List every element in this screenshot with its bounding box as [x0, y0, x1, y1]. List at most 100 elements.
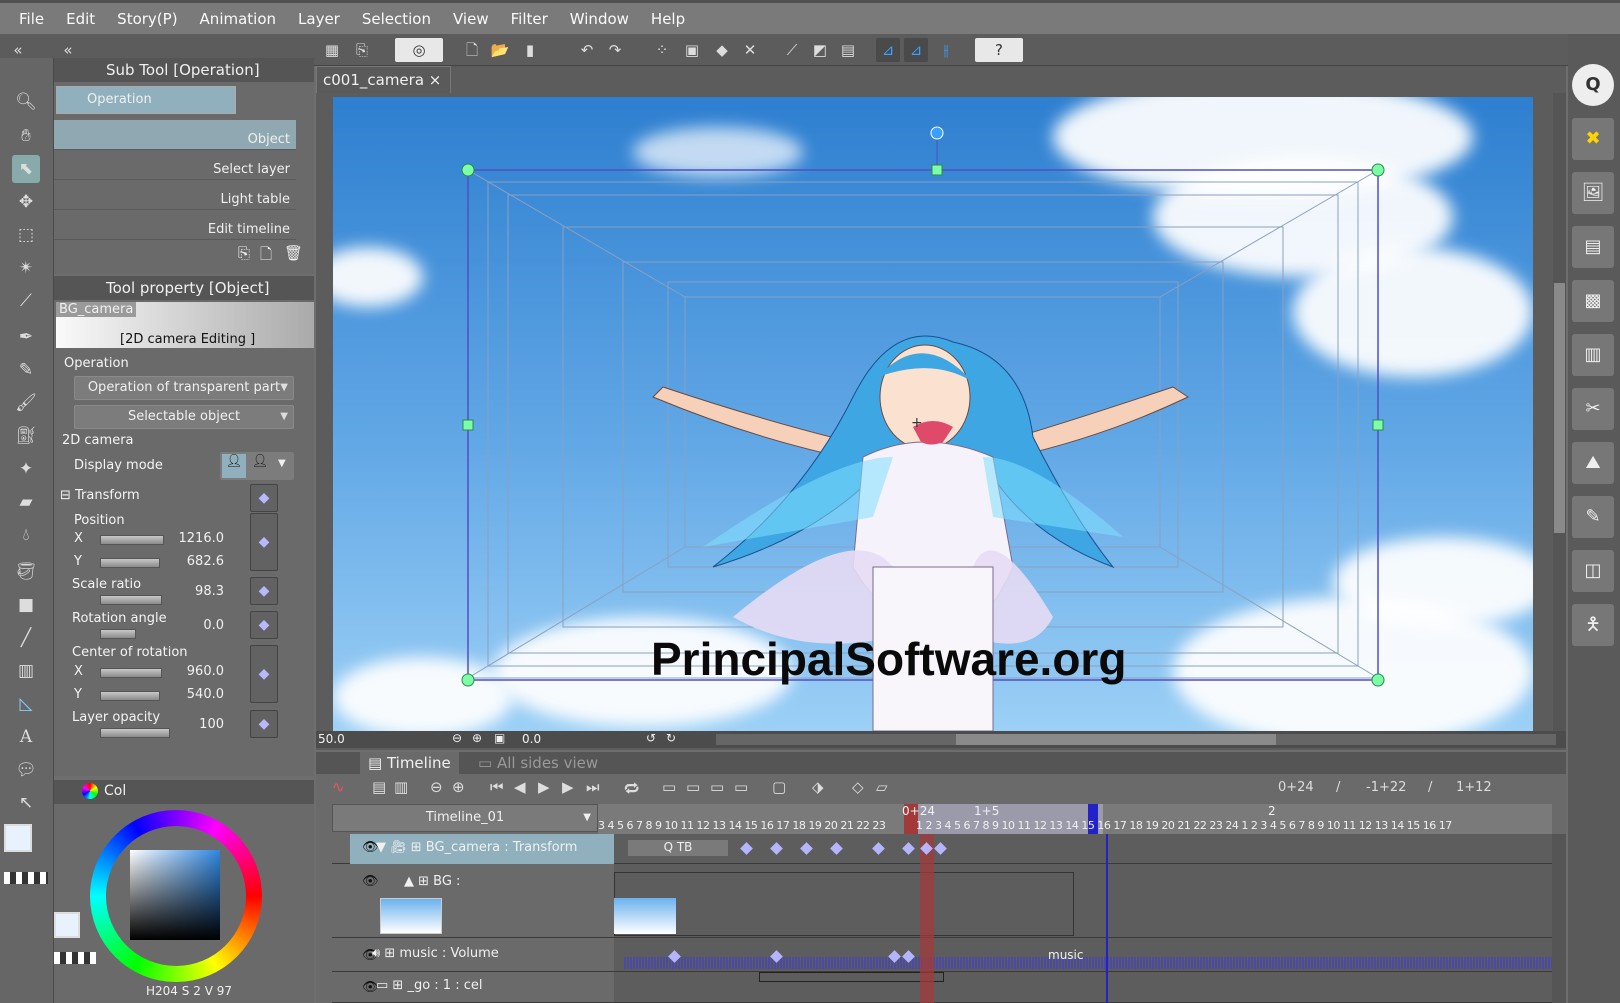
transparent-part-dropdown[interactable]: Operation of transparent part	[74, 376, 294, 400]
save-icon[interactable]: ▮	[518, 38, 542, 62]
clear-icon[interactable]: ✕	[738, 38, 762, 62]
main-color-swatch[interactable]	[4, 824, 32, 852]
material-icon[interactable]: ⎘	[350, 38, 374, 62]
position-keyframe-button[interactable]: ◆	[250, 513, 278, 571]
open-file-icon[interactable]: 📂	[488, 38, 512, 62]
sub-tool-group-operation[interactable]: Operation	[56, 86, 236, 114]
help-icon[interactable]: ?	[975, 38, 1023, 62]
center-x-value[interactable]: 960.0	[164, 664, 224, 679]
menu-animation[interactable]: Animation	[189, 10, 287, 28]
fill-icon[interactable]: ◆	[710, 38, 734, 62]
transform-label[interactable]: ⊟ Transform	[60, 488, 140, 503]
next-frame-icon[interactable]: ▶	[562, 778, 574, 796]
position-x-slider[interactable]	[100, 535, 164, 545]
new-subtool-icon[interactable]: 🗋	[260, 244, 272, 269]
zoom-in-timeline-icon[interactable]: ⊕	[452, 778, 465, 796]
ruler-icon[interactable]: ⟋	[780, 38, 804, 62]
timeline-selector[interactable]: Timeline_01 ▼	[332, 804, 598, 832]
cel-clip[interactable]	[759, 972, 944, 982]
move-layer-icon[interactable]: ✥	[12, 188, 40, 216]
text-tool-icon[interactable]: A	[12, 723, 40, 751]
airbrush-icon[interactable]: ⛽︎	[12, 422, 40, 450]
panel-transparent-color[interactable]	[54, 952, 96, 964]
transparent-color-swatch[interactable]	[4, 872, 48, 884]
rotate-left-icon[interactable]: ↺	[646, 731, 656, 745]
graph-icon[interactable]: ∿	[332, 778, 345, 796]
copy-subtool-icon[interactable]: ⎘	[238, 244, 250, 262]
decoration-icon[interactable]: ✦	[12, 455, 40, 483]
panel-main-color[interactable]	[54, 912, 80, 938]
menu-help[interactable]: Help	[640, 10, 696, 28]
transform-keyframe-button[interactable]: ◆	[250, 484, 278, 512]
document-tab[interactable]: c001_camera ×	[316, 66, 451, 93]
vertical-scrollbar[interactable]	[1553, 93, 1566, 731]
transform-icon[interactable]: ▣	[680, 38, 704, 62]
menu-story[interactable]: Story(P)	[106, 10, 188, 28]
frame-ruler[interactable]: 0+24 1+5 2 3 4 5 6 7 8 9 10 11 12 13 14 …	[598, 804, 1552, 834]
rotation-slider[interactable]	[100, 629, 136, 639]
filmstrip-icon[interactable]: ▤	[836, 38, 860, 62]
frame-icon[interactable]: ▥	[12, 657, 40, 685]
delete-subtool-icon[interactable]: 🗑︎	[284, 244, 303, 262]
rotation-keyframe-button[interactable]: ◆	[250, 611, 278, 639]
selectable-object-dropdown[interactable]: Selectable object	[74, 405, 294, 429]
playhead[interactable]	[920, 834, 934, 1003]
position-y-value[interactable]: 682.6	[164, 554, 224, 569]
zoom-out-icon[interactable]: ⊖	[452, 731, 462, 745]
edit-icon[interactable]: ✎	[1572, 496, 1614, 538]
sub-tool-object[interactable]: Object	[54, 120, 296, 150]
keyframe-mode-icon[interactable]: ▱	[876, 778, 888, 796]
track-row-music[interactable]: 👁︎ 🔊︎ ⊞ music : Volume music	[332, 938, 1552, 972]
loop-icon[interactable]: 🔁︎	[624, 778, 639, 800]
position-x-value[interactable]: 1216.0	[164, 531, 225, 546]
fill-bucket-icon[interactable]: 🪣︎	[12, 558, 40, 586]
balloon-icon[interactable]: 💬︎	[12, 756, 40, 784]
gradient-icon[interactable]: ■	[12, 591, 40, 619]
prev-frame-icon[interactable]: ◀	[514, 778, 526, 796]
selection-tools-icon[interactable]: ⁘	[650, 38, 674, 62]
rotation-value[interactable]: 0.0	[522, 732, 541, 746]
sub-view-icon[interactable]: 🖼︎	[1572, 172, 1614, 214]
zoom-tool-icon[interactable]: 🔍︎	[12, 88, 40, 116]
last-frame-icon[interactable]: ⏭	[586, 778, 600, 796]
pen-icon[interactable]: ✒	[12, 323, 40, 351]
bg-clip[interactable]	[614, 872, 1074, 936]
pencil-icon[interactable]: ✎	[12, 356, 40, 384]
menu-selection[interactable]: Selection	[351, 10, 442, 28]
camera-clip[interactable]: Q TB	[628, 840, 728, 856]
image-material-icon[interactable]: ⛰︎	[1572, 442, 1614, 484]
clip-studio-icon[interactable]: ◎	[395, 38, 443, 62]
line-icon[interactable]: ╱	[12, 624, 40, 652]
undo-icon[interactable]: ↶	[575, 38, 599, 62]
horizontal-scrollbar[interactable]	[716, 734, 1556, 745]
hand-tool-icon[interactable]: ✋︎	[12, 122, 40, 150]
brush-icon[interactable]: 🖌︎	[12, 389, 40, 417]
opacity-keyframe-button[interactable]: ◆	[250, 710, 278, 738]
correct-line-icon[interactable]: ↖	[12, 789, 40, 817]
animation-cels-icon[interactable]: ✂	[1572, 388, 1614, 430]
sub-tool-light-table[interactable]: Light table	[54, 180, 296, 210]
opacity-slider[interactable]	[100, 728, 170, 738]
operation-tool-icon[interactable]: ⬉	[12, 155, 40, 183]
scale-slider[interactable]	[100, 595, 162, 605]
layout-grid-icon[interactable]: ▦	[320, 38, 344, 62]
selection-tool-icon[interactable]: ⬚	[12, 221, 40, 249]
3d-material-icon[interactable]: ◫	[1572, 550, 1614, 592]
chevron-down-icon[interactable]: ▼	[278, 458, 286, 469]
eraser-icon[interactable]: ▰	[12, 488, 40, 516]
center-x-slider[interactable]	[100, 668, 162, 678]
interpolation-icon[interactable]: ⬗	[812, 778, 824, 796]
position-y-slider[interactable]	[100, 558, 160, 568]
menu-view[interactable]: View	[442, 10, 500, 28]
snap-special-icon[interactable]: ⊿	[904, 38, 928, 62]
display-mode-selector[interactable]: 👤︎ 👤︎ ▼	[220, 452, 294, 480]
blend-icon[interactable]: 💧︎	[12, 521, 40, 549]
sub-tool-edit-timeline[interactable]: Edit timeline	[54, 210, 296, 240]
specify-cel-icon[interactable]: ▭	[686, 778, 700, 796]
menu-edit[interactable]: Edit	[55, 10, 106, 28]
zoom-value[interactable]: 50.0	[318, 732, 345, 746]
auto-select-icon[interactable]: ✴	[12, 254, 40, 282]
3d-figure-icon[interactable]: 🯅	[1572, 604, 1614, 646]
center-keyframe-button[interactable]: ◆	[250, 645, 278, 703]
eye-icon[interactable]: 👁︎	[362, 874, 379, 889]
